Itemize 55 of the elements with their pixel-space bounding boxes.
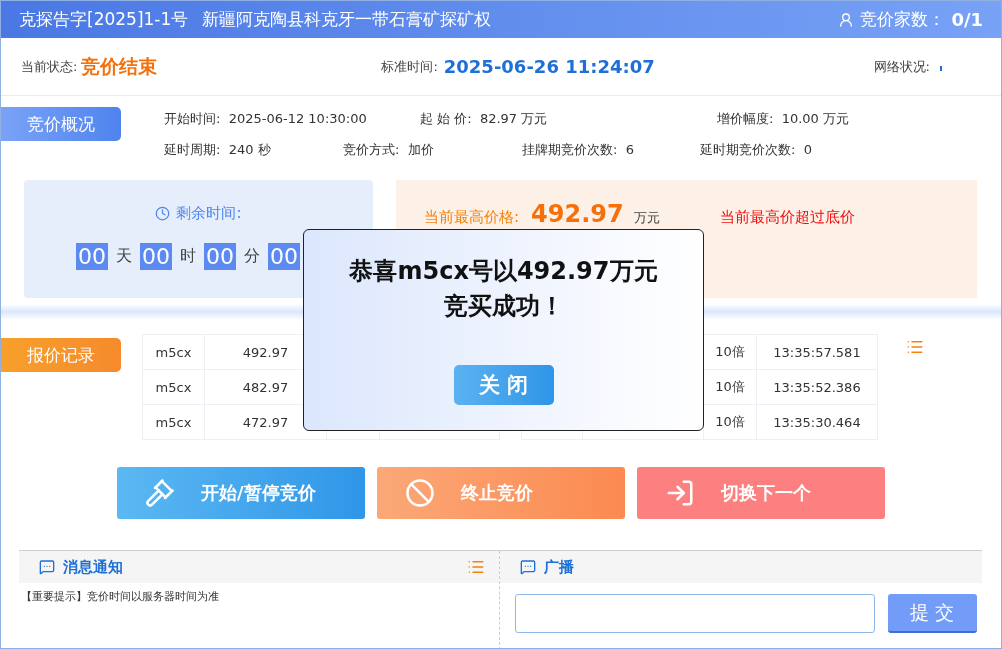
table-cell: 13:35:30.464 <box>756 404 878 440</box>
dialog-message: 恭喜m5cx号以492.97万元竞买成功！ <box>348 256 659 322</box>
table-cell: 13:35:57.581 <box>756 334 878 370</box>
countdown-label: 剩余时间: <box>176 204 242 223</box>
countdown-digit: 00 <box>76 243 108 270</box>
status-label: 当前状态: <box>21 57 78 76</box>
panel-title: 广播 <box>543 557 574 577</box>
message-icon <box>39 559 55 575</box>
countdown-digit: 00 <box>140 243 172 270</box>
info-field: 延时周期: 240 秒 <box>164 141 343 159</box>
list-icon[interactable] <box>906 338 924 356</box>
price-label: 当前最高价格: <box>424 208 520 227</box>
price-notice: 当前最高价超过底价 <box>719 208 855 227</box>
message-icon <box>519 559 536 575</box>
info-field: 挂牌期竞价次数: 6 <box>522 141 700 159</box>
time-unit: 天 <box>116 246 132 267</box>
time-unit: 时 <box>180 246 196 267</box>
action-button[interactable]: 切换下一个 <box>637 467 885 519</box>
clock-icon <box>155 206 171 221</box>
action-button[interactable]: 终止竞价 <box>377 467 625 519</box>
info-field: 增价幅度: 10.00 万元 <box>717 110 849 128</box>
status-value: 竞价结束 <box>81 53 158 79</box>
countdown-digit: 00 <box>268 243 300 270</box>
list-icon[interactable] <box>466 558 485 576</box>
table-cell: m5cx <box>142 404 205 440</box>
user-icon <box>838 11 855 28</box>
table-cell: 13:35:52.386 <box>756 369 878 405</box>
action-button[interactable]: 开始/暂停竞价 <box>117 467 365 519</box>
notice-number: 克探告字[2025]1-1号 <box>19 8 189 31</box>
enter-icon <box>665 478 695 508</box>
info-field: 开始时间: 2025-06-12 10:30:00 <box>164 110 420 128</box>
section-tag: 报价记录 <box>1 338 121 372</box>
bidders-count: 0/1 <box>951 9 983 30</box>
ban-icon <box>405 478 435 508</box>
time-label: 标准时间: <box>381 57 438 76</box>
info-field: 竞价方式: 加价 <box>343 141 522 159</box>
network-label: 网络状况: <box>873 57 930 76</box>
broadcast-input[interactable] <box>514 594 875 633</box>
bidders-label: 竞价家数： <box>860 8 946 31</box>
submit-button[interactable]: 提 交 <box>887 594 977 633</box>
highest-price: 492.97 <box>531 200 624 228</box>
auction-title: 新疆阿克陶县科克牙一带石膏矿探矿权 <box>202 8 492 31</box>
message-text: 【重要提示】竞价时间以服务器时间为准 <box>21 589 220 604</box>
panel-title: 消息通知 <box>63 557 123 577</box>
price-unit: 万元 <box>633 209 660 227</box>
section-tag: 竞价概况 <box>1 107 121 141</box>
standard-time: 2025-06-26 11:24:07 <box>443 56 655 77</box>
countdown-digit: 00 <box>204 243 236 270</box>
table-cell: m5cx <box>142 334 205 370</box>
gavel-icon <box>145 478 175 508</box>
close-button[interactable]: 关 闭 <box>453 365 554 405</box>
table-cell: m5cx <box>142 369 205 405</box>
info-field: 延时期竞价次数: 0 <box>700 141 812 159</box>
info-field: 起 始 价: 82.97 万元 <box>420 110 717 128</box>
time-unit: 分 <box>244 246 260 267</box>
